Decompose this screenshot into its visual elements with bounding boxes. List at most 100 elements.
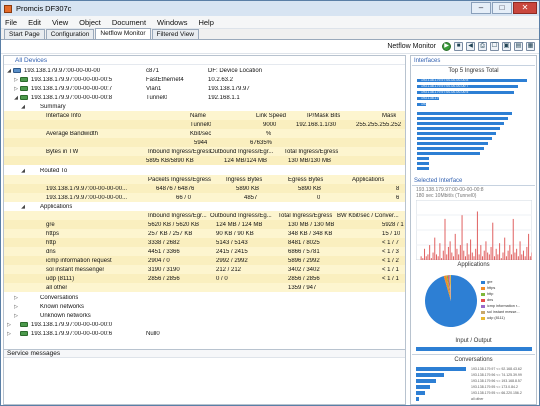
unknown-networks-row[interactable]: ▷ Unknown networks [4,311,405,320]
application-row[interactable]: gre 5620 KB / 5620 KB 124 MB / 124 MB 130 M… [4,220,405,229]
toolbar: Netflow Monitor ▶ ■ ◀ ⎙ ☐ ▣ ▤ ▦ [1,40,539,54]
interface-icon [20,77,28,82]
device-row[interactable]: ◢ 193.138.179.97:00-00-00-00 c871 DF: De… [4,66,405,75]
menu-document[interactable]: Document [112,18,146,27]
tab-filtered-view[interactable]: Filtered View [151,29,199,39]
top5-bar-label: 193.138.179.97:00-00-00-00:0 [421,96,469,100]
routed-to-row-item[interactable]: 193.138.179.97:00-00-00-00... 64876 / 64… [4,184,405,193]
back-icon[interactable]: ◀ [466,42,475,51]
collapse-icon[interactable]: ◢ [6,68,12,74]
legend-item: dns [481,298,493,302]
view-single-icon[interactable]: ☐ [490,42,499,51]
interface-bar [417,112,512,115]
main-window: Promcis DF307c – □ ✕ File Edit View Obje… [0,0,540,406]
legend-label: dns [487,298,494,302]
print-icon[interactable]: ⎙ [478,42,487,51]
minimize-button[interactable]: – [471,2,491,14]
selected-interface-sub: 180 sec 10Mbit/s (Tunnel0) [416,193,477,199]
application-row[interactable]: all other 1359 / 947 [4,283,405,292]
conversation-label: 193.138.179.95 <= 173.0.84.2 [471,385,518,389]
device-row[interactable]: ▷ 193.138.179.97:00-00-00-00:5 FastEther… [4,75,405,84]
legend-swatch [481,304,485,308]
summary-row[interactable]: ◢ Summary [4,102,405,111]
interface-bar [417,127,500,130]
expand-icon[interactable]: ▷ [13,304,19,310]
router-icon [13,68,21,73]
stop-icon[interactable]: ■ [454,42,463,51]
legend-item: udp (8111) [481,316,505,320]
legend-label: udp (8111) [487,316,505,320]
menu-windows[interactable]: Windows [157,18,187,27]
maximize-button[interactable]: □ [492,2,512,14]
expand-icon[interactable]: ▷ [6,322,12,328]
application-row[interactable]: https 257 KB / 257 KB 90 KB / 90 KB 348 KB … [4,229,405,238]
interface-icon [20,322,28,327]
application-row[interactable]: http 3338 / 2682 5143 / 5143 8481 / 8025 < 1… [4,238,405,247]
conversations-row[interactable]: ▷ Conversations [4,293,405,302]
legend-swatch [481,316,485,320]
application-row[interactable]: dns 4451 / 3366 2415 / 2415 6866 / 5781 < 1 … [4,247,405,256]
known-networks-row[interactable]: ▷ Known networks [4,302,405,311]
expand-icon[interactable]: ▷ [6,331,12,337]
applications-pie-chart [425,275,477,327]
interface-icon [20,86,28,91]
tab-netflow-monitor[interactable]: Netflow Monitor [95,28,151,39]
device-row[interactable]: ▷ 193.138.179.97:00-00-00-00:7 Vlan1 193… [4,84,405,93]
collapse-icon[interactable]: ◢ [13,95,19,101]
menu-file[interactable]: File [5,18,17,27]
applications-chart-title: Applications [457,262,490,268]
interface-bar [417,167,429,170]
service-messages-panel: Service messages [3,349,406,405]
collapse-icon[interactable]: ◢ [20,204,26,210]
play-icon[interactable]: ▶ [442,42,451,51]
menu-edit[interactable]: Edit [28,18,41,27]
collapse-icon[interactable]: ◢ [20,104,26,110]
divider [412,354,535,355]
view-list-icon[interactable]: ▤ [514,42,523,51]
all-devices-label[interactable]: All Devices [15,57,47,64]
collapse-icon[interactable]: ◢ [20,168,26,174]
view-split-icon[interactable]: ▣ [502,42,511,51]
application-row[interactable]: icmp information request 2904 / 0 2992 / 2… [4,256,405,265]
conversation-bar [416,385,430,389]
expand-icon[interactable]: ▷ [13,313,19,319]
expand-icon[interactable]: ▷ [13,77,19,83]
legend-label: http [487,292,494,296]
title-bar[interactable]: Promcis DF307c – □ ✕ [1,1,539,16]
expand-icon[interactable]: ▷ [13,86,19,92]
interface-bar [417,122,504,125]
legend-swatch [481,310,485,314]
legend-label: gre [487,280,493,284]
expand-icon[interactable]: ▷ [13,295,19,301]
divider [412,185,535,186]
applications-row[interactable]: ◢ Applications [4,202,405,211]
tab-configuration[interactable]: Configuration [45,29,95,39]
conversation-bar [416,379,436,383]
menu-help[interactable]: Help [198,18,213,27]
device-row[interactable]: ▷ 193.138.179.97:00-00-00-00:0 [4,320,405,329]
legend-swatch [481,292,485,296]
interface-icon [20,331,28,336]
window-title: Promcis DF307c [16,4,72,13]
close-button[interactable]: ✕ [513,2,537,14]
device-row-selected[interactable]: ◢ 193.138.179.97:00-00-00-00:8 Tunnel0 1… [4,93,405,102]
app-icon [4,4,12,13]
conversation-bar [416,373,444,377]
application-row[interactable]: udp (8111) 2856 / 2856 0 / 0 2856 / 2856 < 1… [4,274,405,283]
tree-header: All Devices [4,56,405,65]
routed-to-row[interactable]: ◢ Routed To [4,166,405,175]
menu-object[interactable]: Object [79,18,101,27]
application-row[interactable]: sol instant messenger 3190 / 3190 212 / 21… [4,265,405,274]
io-bar [416,347,532,351]
tab-start-page[interactable]: Start Page [4,29,45,39]
top5-bar-label: 193.138.179.97:00-00-00-00:6 [421,102,469,106]
view-grid-icon[interactable]: ▦ [526,42,535,51]
menu-view[interactable]: View [52,18,68,27]
legend-item: sol instant messe... [481,310,520,314]
avg-bandwidth-values: 5944 67635% [4,138,405,147]
routed-to-row-item[interactable]: 193.138.179.97:00-00-00-00... 66 / 0 485… [4,193,405,202]
device-row[interactable]: ▷ 193.138.179.97:00-00-00-00:6 Null0 [4,329,405,338]
menu-bar: File Edit View Object Document Windows H… [1,16,539,29]
legend-swatch [481,298,485,302]
legend-item: icmp information r... [481,304,520,308]
